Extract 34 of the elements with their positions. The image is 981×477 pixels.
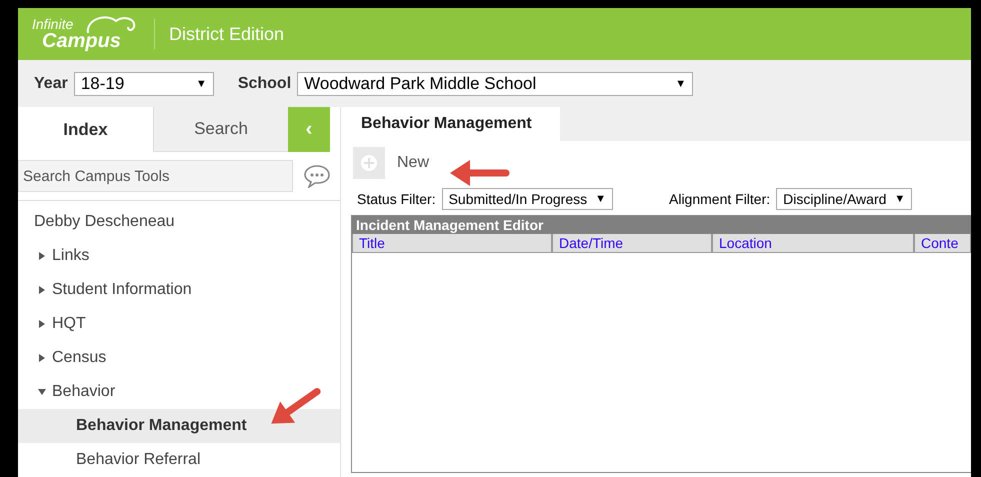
column-header[interactable]: Title: [352, 234, 552, 253]
search-field[interactable]: Search Campus Tools: [18, 160, 293, 192]
tree-item[interactable]: Behavior: [52, 383, 116, 401]
filter-dropdown[interactable]: Submitted/In Progress ▼: [442, 188, 613, 210]
product-title: District Edition: [169, 24, 284, 44]
school-label: School: [238, 74, 292, 92]
logo-text: Campus: [42, 31, 122, 51]
filter-label: Status Filter:: [357, 191, 436, 207]
expanded-triangle-icon[interactable]: [38, 388, 46, 396]
column-header[interactable]: Date/Time: [552, 234, 712, 253]
chat-bubble-icon: [303, 164, 331, 188]
logo-text: Infinite: [32, 17, 74, 31]
new-button[interactable]: New: [397, 154, 430, 172]
filter-dropdown[interactable]: Discipline/Award ▼: [776, 188, 912, 210]
filter-label: Alignment Filter:: [669, 191, 770, 207]
year-dropdown[interactable]: 18-19 ▼: [74, 72, 214, 96]
tree-item[interactable]: Student Information: [52, 281, 192, 299]
tree-item[interactable]: Behavior Referral: [18, 443, 340, 477]
collapsed-triangle-icon[interactable]: [38, 286, 46, 294]
school-dropdown[interactable]: Woodward Park Middle School ▼: [297, 72, 694, 96]
tree-item[interactable]: Behavior Management: [18, 409, 340, 443]
collapsed-triangle-icon[interactable]: [38, 320, 46, 328]
column-header[interactable]: Conte: [914, 234, 971, 253]
column-header[interactable]: Location: [712, 234, 914, 253]
year-label: Year: [34, 74, 68, 92]
collapsed-triangle-icon[interactable]: [38, 252, 46, 260]
page-tab[interactable]: Behavior Management: [341, 107, 560, 141]
tree-root-label: Debby Descheneau: [33, 212, 176, 232]
sidebar-tab[interactable]: Search: [153, 107, 288, 152]
tree-item[interactable]: Links: [52, 247, 90, 265]
tree-item[interactable]: Census: [52, 349, 106, 367]
collapsed-triangle-icon[interactable]: [38, 354, 46, 362]
tree-item[interactable]: HQT: [52, 315, 86, 333]
table-title: Incident Management Editor: [352, 216, 971, 234]
